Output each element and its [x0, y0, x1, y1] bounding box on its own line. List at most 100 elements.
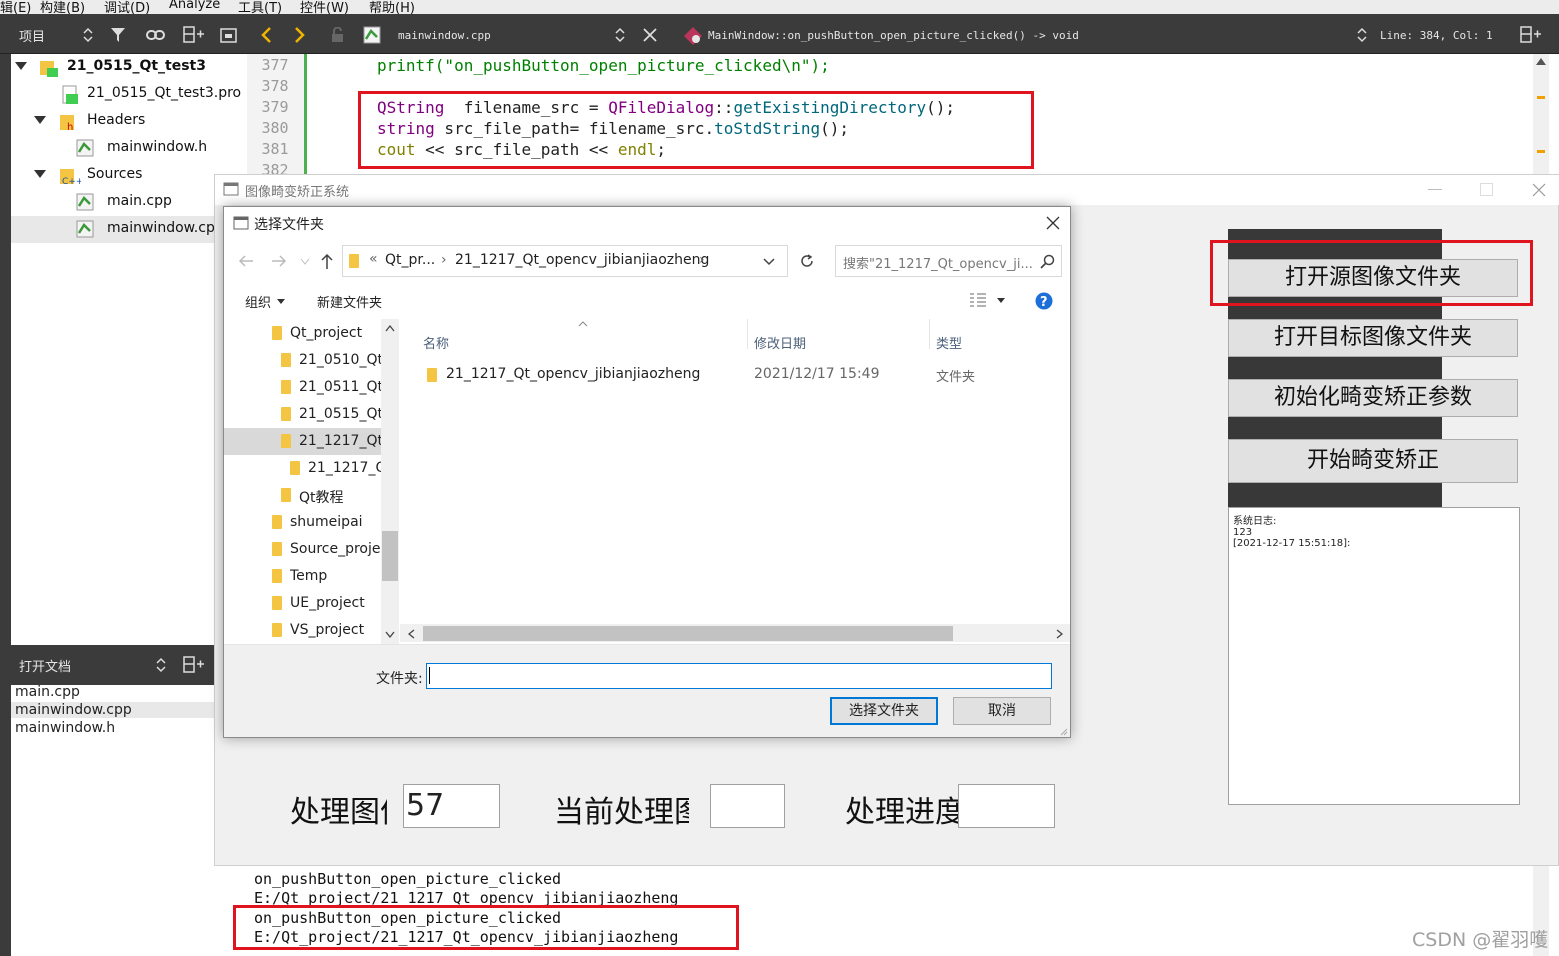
up-arrow-icon[interactable] [319, 252, 335, 270]
nav-scrollbar[interactable] [381, 319, 399, 644]
nav-item-selected[interactable]: 21_1217_Qt_ [224, 428, 390, 455]
breadcrumb-segment[interactable]: 21_1217_Qt_opencv_jibianjiaozheng [455, 252, 709, 268]
nav-item[interactable]: Qt教程 [224, 482, 381, 509]
organize-menu[interactable]: 组织 [245, 292, 271, 311]
open-doc-item[interactable]: main.cpp [15, 684, 80, 700]
nav-item[interactable]: 21_1217_Q [224, 455, 386, 482]
init-params-button[interactable]: 初始化畸变矫正参数 [1228, 379, 1518, 417]
line-number: 380 [261, 119, 289, 137]
split-icon[interactable] [183, 656, 205, 674]
nav-item[interactable]: shumeipai [224, 509, 381, 536]
cursor-position[interactable]: Line: 384, Col: 1 [1380, 29, 1493, 42]
link-icon[interactable] [146, 28, 166, 42]
breadcrumb-segment[interactable]: Qt_pr... [385, 252, 435, 268]
nav-item[interactable]: Qt_project [224, 320, 381, 347]
project-selector-label[interactable]: 项目 [19, 26, 45, 45]
forward-arrow-icon[interactable] [270, 253, 288, 269]
nav-item[interactable]: 21_0510_Qt_ [224, 347, 390, 374]
address-dropdown-icon[interactable] [763, 258, 775, 266]
tree-pro-file[interactable]: 21_0515_Qt_test3.pro [11, 81, 247, 108]
close-icon[interactable] [1532, 183, 1546, 197]
scroll-right-icon[interactable] [1056, 629, 1063, 639]
menu-build[interactable]: 构建(B) [40, 0, 85, 14]
nav-item[interactable]: 21_0515_Qt_ [224, 401, 390, 428]
start-correction-button[interactable]: 开始畸变矫正 [1228, 439, 1518, 483]
nav-item[interactable]: VS_project [224, 617, 381, 644]
file-updown-icon[interactable] [614, 27, 626, 43]
dialog-window-icon [233, 216, 249, 230]
current-image-field[interactable] [710, 784, 785, 828]
progress-field[interactable] [958, 784, 1055, 828]
nav-item[interactable]: 21_0511_Qt_ [224, 374, 390, 401]
menu-tools[interactable]: 工具(T) [238, 0, 282, 14]
folder-input[interactable] [426, 663, 1052, 689]
menu-help[interactable]: 帮助(H) [369, 0, 415, 14]
nav-item[interactable]: Source_projec [224, 536, 388, 563]
search-box[interactable]: 搜索"21_1217_Qt_opencv_ji... [835, 245, 1062, 277]
expand-arrow-icon[interactable] [34, 170, 46, 180]
list-hscrollbar[interactable] [400, 624, 1070, 642]
forward-arrow-icon[interactable] [293, 26, 307, 44]
nav-scroll-thumb[interactable] [382, 531, 398, 581]
help-icon[interactable]: ? [1035, 292, 1053, 310]
address-bar[interactable]: « Qt_pr... › 21_1217_Qt_opencv_jibianjia… [342, 245, 813, 277]
expand-arrow-icon[interactable] [15, 62, 27, 72]
collapse-icon[interactable] [220, 28, 238, 44]
column-date[interactable]: 修改日期 [754, 333, 806, 352]
tree-mainwindow-cpp[interactable]: mainwindow.cpp [11, 216, 247, 243]
tree-project-root[interactable]: 21_0515_Qt_test3 [11, 54, 247, 81]
updown-icon[interactable] [82, 27, 94, 43]
processed-count-label: 处理图像 [290, 795, 387, 830]
menu-edit[interactable]: 辑(E) [0, 0, 31, 14]
tree-sources[interactable]: C++ Sources [11, 162, 247, 189]
select-folder-button[interactable]: 选择文件夹 [830, 697, 938, 725]
scroll-up-icon[interactable] [1536, 57, 1546, 65]
column-name[interactable]: 名称 [423, 333, 449, 352]
function-updown-icon[interactable] [1356, 27, 1368, 43]
processed-count-field[interactable]: 57 [403, 784, 500, 828]
back-arrow-icon[interactable] [259, 26, 273, 44]
split-editor-icon[interactable] [1520, 26, 1542, 44]
resize-grip-icon[interactable] [1058, 726, 1068, 736]
file-row[interactable]: 21_1217_Qt_opencv_jibianjiaozheng 2021/1… [400, 362, 1060, 388]
view-dropdown-icon[interactable] [997, 298, 1005, 304]
organize-dropdown-icon[interactable] [277, 299, 285, 305]
back-arrow-icon[interactable] [237, 253, 255, 269]
minimize-icon[interactable] [1428, 189, 1442, 191]
maximize-icon[interactable] [1480, 183, 1493, 196]
menu-analyze[interactable]: Analyze [169, 0, 220, 12]
scroll-down-icon[interactable] [385, 631, 395, 638]
dialog-close-icon[interactable] [1046, 216, 1060, 230]
open-doc-item[interactable]: mainwindow.h [15, 720, 115, 736]
filter-icon[interactable] [110, 27, 130, 43]
nav-item[interactable]: Temp [224, 563, 381, 590]
function-selector[interactable]: MainWindow::on_pushButton_open_picture_c… [708, 29, 1079, 42]
current-file-name[interactable]: mainwindow.cpp [398, 29, 491, 42]
scroll-left-icon[interactable] [408, 629, 415, 639]
split-icon[interactable] [183, 26, 205, 44]
tree-main-cpp[interactable]: main.cpp [11, 189, 247, 216]
close-file-icon[interactable] [643, 28, 657, 42]
history-dropdown-icon[interactable] [300, 258, 310, 266]
tree-headers[interactable]: h Headers [11, 108, 247, 135]
menu-controls[interactable]: 控件(W) [300, 0, 349, 14]
column-type[interactable]: 类型 [936, 333, 962, 352]
view-options-icon[interactable] [969, 293, 987, 307]
open-target-folder-button[interactable]: 打开目标图像文件夹 [1228, 319, 1518, 357]
open-doc-item[interactable]: mainwindow.cpp [11, 702, 214, 718]
breadcrumb-separator: › [699, 252, 705, 268]
new-folder-button[interactable]: 新建文件夹 [317, 292, 382, 311]
updown-icon[interactable] [155, 657, 167, 673]
refresh-icon[interactable] [799, 253, 815, 269]
expand-arrow-icon[interactable] [34, 116, 46, 126]
breadcrumb-overflow[interactable]: « [369, 251, 378, 267]
editor-scrollbar[interactable] [1533, 54, 1549, 174]
tree-mainwindow-h[interactable]: mainwindow.h [11, 135, 247, 162]
search-icon[interactable] [1040, 254, 1056, 270]
scroll-up-icon[interactable] [385, 325, 395, 332]
list-scroll-thumb[interactable] [423, 626, 953, 641]
nav-item[interactable]: UE_project [224, 590, 381, 617]
menu-debug[interactable]: 调试(D) [104, 0, 150, 14]
cancel-button[interactable]: 取消 [953, 697, 1051, 725]
system-log[interactable]: 系统日志: 123 [2021-12-17 15:51:18]: [1228, 507, 1520, 805]
